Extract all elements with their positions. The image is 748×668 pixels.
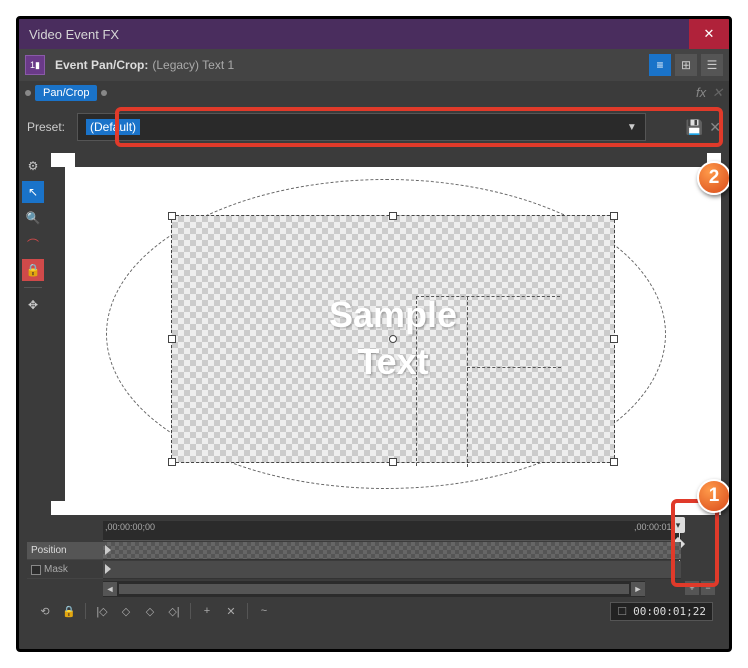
curve-icon: ~ (261, 605, 267, 617)
canvas[interactable]: Sample Text (51, 153, 721, 515)
kf-del-icon: ✕ (226, 605, 235, 618)
view-extra-button[interactable]: ☰ (701, 54, 723, 76)
annotation-highlight-2 (115, 107, 723, 147)
next-kf-button[interactable]: ◇ (140, 601, 160, 621)
fx-chain-row: Pan/Crop fx ✕ (19, 81, 729, 105)
event-label: Event Pan/Crop: (55, 58, 148, 72)
snap-tool[interactable]: ⌒ (22, 233, 44, 255)
triangle-right-icon: ► (634, 584, 643, 594)
canvas-inner[interactable]: Sample Text (65, 167, 707, 501)
handle-l[interactable] (168, 335, 176, 343)
scroll-right-button[interactable]: ► (631, 582, 645, 596)
handle-tl[interactable] (168, 212, 176, 220)
kf-prev-icon: ◇ (122, 605, 130, 618)
handle-r[interactable] (610, 335, 618, 343)
time-value: 00:00:01;22 (633, 605, 706, 618)
move-icon: ✥ (28, 298, 38, 312)
timeline-ruler[interactable]: ,00:00:00;00 ,00:00:01;1 (103, 521, 681, 541)
first-kf-button[interactable]: |◇ (92, 601, 112, 621)
lock-aspect-tool[interactable]: 🔒 (22, 259, 44, 281)
cog-icon: ⚙ (28, 159, 39, 173)
sync-icon: ⟲ (40, 605, 49, 618)
sub-header: 1▮ Event Pan/Crop: (Legacy) Text 1 ≡ ⊞ ☰ (19, 49, 729, 81)
last-kf-button[interactable]: ◇| (164, 601, 184, 621)
lock-icon: 🔒 (62, 605, 76, 618)
timeline-scrollbar: ◄ ► + − (27, 581, 721, 597)
properties-button[interactable]: ⚙ (22, 155, 44, 177)
ruler-vertical (51, 167, 65, 501)
zoom-icon: 🔍 (26, 211, 41, 225)
pan-crop-chip[interactable]: Pan/Crop (35, 85, 97, 101)
curve-type-button[interactable]: ~ (254, 601, 274, 621)
clock-icon: ☐ (617, 605, 627, 618)
zoom-tool[interactable]: 🔍 (22, 207, 44, 229)
ruler-horizontal (75, 153, 707, 167)
scrollbar-track[interactable]: ◄ ► (103, 581, 645, 597)
timeline-row-mask: Mask (27, 561, 721, 579)
ruler-tick-0: ,00:00:00;00 (105, 522, 155, 532)
sample-text: Sample Text (329, 292, 457, 386)
preset-label: Preset: (27, 120, 65, 134)
sync-cursor-button[interactable]: ⟲ (35, 601, 55, 621)
timeline: ,00:00:00;00 ,00:00:01;1 ▾ Position Mask (19, 519, 729, 631)
timeline-row-position: Position (27, 542, 721, 560)
expand-arrow-icon[interactable] (105, 564, 111, 574)
close-icon: ✕ (704, 26, 715, 42)
node-icon[interactable]: 1▮ (25, 55, 45, 75)
list-icon: ≡ (656, 58, 663, 72)
title-bar: Video Event FX ✕ (19, 19, 729, 49)
handle-br[interactable] (610, 458, 618, 466)
kf-next-icon: ◇ (146, 605, 154, 618)
close-button[interactable]: ✕ (689, 19, 729, 49)
handle-tr[interactable] (610, 212, 618, 220)
triangle-left-icon: ◄ (106, 584, 115, 594)
row-track-position[interactable] (103, 542, 681, 560)
main-editor: ⚙ ↖ 🔍 ⌒ 🔒 ✥ (19, 149, 729, 519)
mask-checkbox[interactable] (31, 565, 41, 575)
fx-remove-icon[interactable]: ✕ (712, 85, 723, 101)
kf-first-icon: |◇ (96, 605, 107, 618)
current-time-display[interactable]: ☐ 00:00:01;22 (610, 602, 713, 621)
kf-add-icon: + (204, 605, 210, 617)
move-tool[interactable]: ✥ (22, 294, 44, 316)
view-list-button[interactable]: ≡ (649, 54, 671, 76)
handle-bl[interactable] (168, 458, 176, 466)
grid-icon: ⊞ (681, 58, 691, 72)
prev-kf-button[interactable]: ◇ (116, 601, 136, 621)
add-kf-button[interactable]: + (197, 601, 217, 621)
handle-t[interactable] (389, 212, 397, 220)
row-track-mask[interactable] (103, 561, 681, 579)
chain-in-dot (25, 90, 31, 96)
pointer-icon: ↖ (28, 185, 38, 199)
annotation-badge-1: 1 (697, 479, 731, 513)
row-label-position[interactable]: Position (27, 542, 103, 560)
window-title: Video Event FX (29, 27, 119, 42)
annotation-badge-2: 2 (697, 161, 731, 195)
chain-out-dot (101, 90, 107, 96)
del-kf-button[interactable]: ✕ (221, 601, 241, 621)
lock-cursor-button[interactable]: 🔒 (59, 601, 79, 621)
fx-icon[interactable]: fx (696, 85, 706, 101)
lock-icon: 🔒 (26, 263, 41, 277)
view-grid-button[interactable]: ⊞ (675, 54, 697, 76)
handle-b[interactable] (389, 458, 397, 466)
preset-row: Preset: (Default) ▼ 💾 ✕ (19, 105, 729, 149)
select-tool[interactable]: ↖ (22, 181, 44, 203)
expand-arrow-icon[interactable] (105, 545, 111, 555)
scroll-thumb[interactable] (119, 584, 629, 594)
magnet-icon: ⌒ (27, 236, 39, 253)
kf-last-icon: ◇| (168, 605, 179, 618)
tool-divider (24, 287, 42, 288)
crop-region[interactable]: Sample Text (171, 215, 615, 463)
timeline-toolbar: ⟲ 🔒 |◇ ◇ ◇ ◇| + ✕ ~ ☐ 00:00:01;22 (27, 597, 721, 625)
event-value: (Legacy) Text 1 (152, 58, 234, 72)
scroll-left-button[interactable]: ◄ (103, 582, 117, 596)
tool-column: ⚙ ↖ 🔍 ⌒ 🔒 ✥ (19, 149, 47, 519)
row-label-mask[interactable]: Mask (27, 561, 103, 579)
